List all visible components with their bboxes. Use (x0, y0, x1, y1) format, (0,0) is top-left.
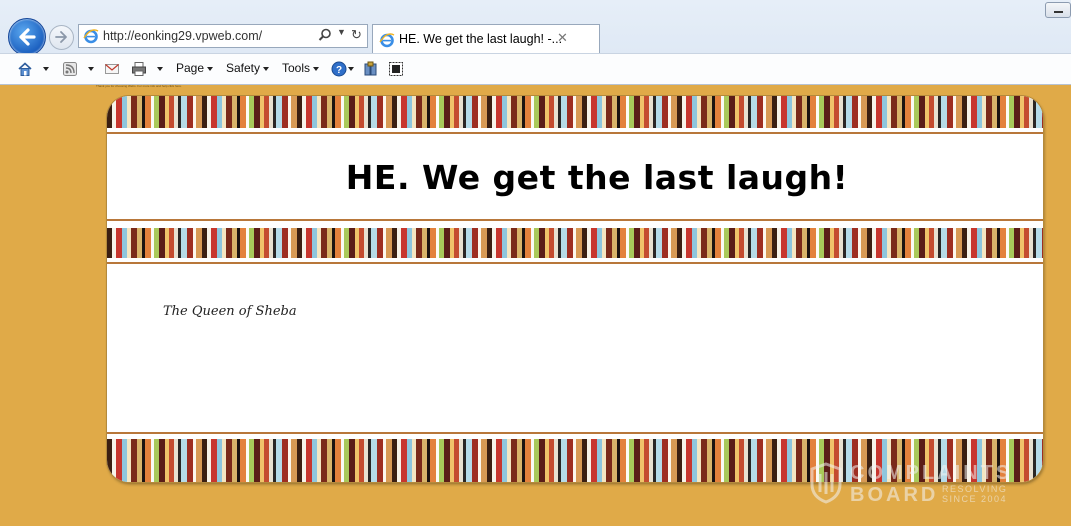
page-menu-label: Page (176, 61, 205, 75)
refresh-icon[interactable]: ↻ (351, 27, 362, 43)
safety-menu[interactable]: Safety (226, 61, 270, 77)
navigation-row: http://eonking29.vpweb.com/ ▼ ↻ HE. We g… (0, 0, 1071, 56)
home-icon[interactable] (17, 61, 33, 77)
watermark-line1: COMPLAINTS (850, 462, 1013, 484)
help-dropdown-icon[interactable] (345, 61, 354, 77)
research-icon[interactable] (363, 61, 379, 77)
page-title: HE. We get the last laugh! (345, 158, 849, 197)
chevron-down-icon (207, 66, 214, 71)
title-band: HE. We get the last laugh! (107, 134, 1043, 220)
forward-arrow-icon (55, 31, 67, 43)
back-arrow-icon (19, 28, 36, 46)
rss-feed-icon[interactable] (62, 61, 78, 77)
stripe-border-middle (107, 228, 1043, 258)
tools-menu-label: Tools (282, 61, 311, 75)
mail-icon[interactable] (104, 61, 120, 77)
back-button[interactable] (8, 18, 46, 56)
watermark-tag1: RESOLVING (942, 484, 1008, 494)
home-dropdown-icon[interactable] (40, 61, 49, 77)
address-bar[interactable]: http://eonking29.vpweb.com/ ▼ ↻ (78, 24, 368, 48)
chevron-down-icon (313, 66, 320, 71)
minimize-button[interactable] (1045, 2, 1071, 18)
tools-menu[interactable]: Tools (282, 61, 320, 77)
print-dropdown-icon[interactable] (154, 61, 163, 77)
content-card: HE. We get the last laugh! The Queen of … (107, 96, 1043, 482)
onenote-icon[interactable] (388, 61, 404, 77)
watermark-tagline: RESOLVING SINCE 2004 (942, 484, 1007, 504)
ie-logo-icon (83, 29, 99, 44)
divider (107, 262, 1043, 264)
command-bar: Page Safety Tools ? (0, 53, 1071, 84)
print-icon[interactable] (131, 61, 147, 77)
chevron-down-icon (263, 66, 270, 71)
subtitle-text: The Queen of Sheba (163, 304, 297, 319)
ie-logo-icon (379, 33, 395, 48)
address-dropdown-icon[interactable]: ▼ (337, 27, 346, 37)
watermark-tag2: SINCE 2004 (942, 494, 1008, 504)
divider (107, 219, 1043, 221)
minimize-icon (1054, 11, 1063, 13)
divider (107, 432, 1043, 434)
rss-dropdown-icon[interactable] (85, 61, 94, 77)
watermark-logo: COMPLAINTS BOARD RESOLVING SINCE 2004 (810, 462, 1040, 508)
tab-close-icon[interactable]: ✕ (557, 30, 568, 46)
page-menu[interactable]: Page (176, 61, 214, 77)
shield-icon (810, 462, 842, 504)
search-icon[interactable] (318, 28, 332, 42)
webs-banner-text[interactable]: Thank you for choosing Webs. For more in… (96, 84, 182, 88)
tab-title: HE. We get the last laugh! -... (399, 32, 563, 46)
forward-button[interactable] (49, 25, 74, 50)
watermark-line2: BOARD (850, 484, 939, 506)
svg-text:?: ? (336, 65, 342, 76)
browser-chrome: http://eonking29.vpweb.com/ ▼ ↻ HE. We g… (0, 0, 1071, 85)
stripe-border-top (107, 96, 1043, 128)
tab-active[interactable]: HE. We get the last laugh! -... ✕ (372, 24, 600, 53)
address-url[interactable]: http://eonking29.vpweb.com/ (103, 29, 262, 43)
safety-menu-label: Safety (226, 61, 261, 75)
